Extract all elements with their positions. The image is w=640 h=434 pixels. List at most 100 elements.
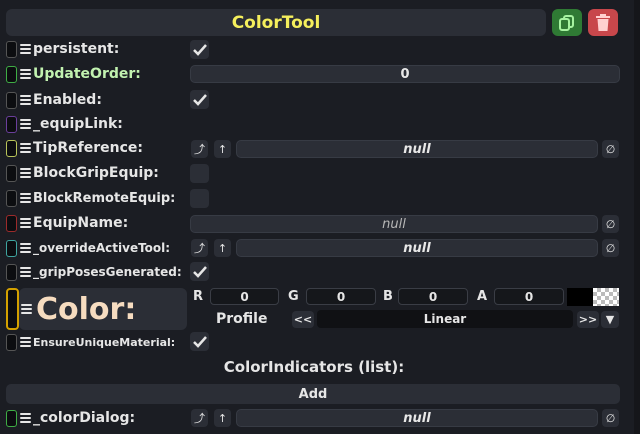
field-label: _equipLink: <box>33 116 123 132</box>
clear-reference-button[interactable]: ∅ <box>602 409 619 427</box>
equip-name-input[interactable]: null <box>190 215 598 233</box>
color-r-input[interactable]: 0 <box>210 288 279 305</box>
drag-handle-icon[interactable] <box>20 267 31 277</box>
color-b-input[interactable]: 0 <box>398 288 468 305</box>
checkmark-icon <box>192 93 207 106</box>
field-block-remote-equip: BlockRemoteEquip: <box>6 187 175 209</box>
profile-label: Profile <box>216 311 268 327</box>
override-active-tool-value[interactable]: null <box>236 239 598 257</box>
drag-handle-icon[interactable] <box>21 304 32 314</box>
field-label: EquipName: <box>33 215 129 231</box>
reference-slot[interactable] <box>6 239 17 257</box>
reference-slot[interactable] <box>6 65 17 83</box>
field-label: BlockRemoteEquip: <box>33 190 176 206</box>
trash-icon <box>596 13 610 31</box>
field-label: Enabled: <box>33 92 102 108</box>
duplicate-icon <box>559 14 574 31</box>
reference-slot[interactable] <box>6 40 17 58</box>
color-field-header: Color: <box>19 288 187 330</box>
reference-slot[interactable] <box>6 333 17 351</box>
reference-slot[interactable] <box>6 189 17 207</box>
field-color-dialog: _colorDialog: <box>6 407 135 429</box>
tip-reference-value[interactable]: null <box>236 140 598 158</box>
field-persistent: persistent: <box>6 38 119 60</box>
reference-slot[interactable] <box>6 91 17 109</box>
clear-reference-button[interactable]: ∅ <box>602 239 619 257</box>
go-up-button[interactable]: ↑ <box>214 409 231 427</box>
jump-to-reference-button[interactable]: ⤴ <box>191 140 208 158</box>
checkmark-icon <box>192 265 207 278</box>
field-label: UpdateOrder: <box>33 66 141 82</box>
color-swatch-alpha[interactable] <box>593 288 619 306</box>
field-equip-link: _equipLink: <box>6 113 123 135</box>
block-grip-equip-checkbox[interactable] <box>190 164 209 183</box>
checkmark-icon <box>192 335 207 348</box>
jump-to-reference-button[interactable]: ⤴ <box>191 409 208 427</box>
add-button[interactable]: Add <box>6 384 620 404</box>
reference-slot[interactable] <box>6 115 17 133</box>
field-label: _overrideActiveTool: <box>33 241 171 255</box>
field-override-active-tool: _overrideActiveTool: <box>6 237 170 259</box>
field-label: _colorDialog: <box>33 410 136 426</box>
go-up-button[interactable]: ↑ <box>214 140 231 158</box>
color-b-label: B <box>383 289 393 304</box>
color-indicators-heading: ColorIndicators (list): <box>223 358 405 376</box>
reference-slot[interactable] <box>6 139 17 157</box>
color-swatch-opaque[interactable] <box>567 288 593 306</box>
drag-handle-icon[interactable] <box>20 337 31 347</box>
go-up-button[interactable]: ↑ <box>214 239 231 257</box>
clear-reference-button[interactable]: ∅ <box>602 140 619 158</box>
delete-button[interactable] <box>588 9 618 36</box>
drag-handle-icon[interactable] <box>20 168 31 178</box>
reference-slot[interactable] <box>6 164 17 182</box>
field-tip-reference: TipReference: <box>6 137 143 159</box>
drag-handle-icon[interactable] <box>20 143 31 153</box>
field-label: TipReference: <box>33 140 143 156</box>
color-a-label: A <box>477 289 488 304</box>
field-label: _gripPosesGenerated: <box>33 265 182 279</box>
reference-slot[interactable] <box>6 409 17 427</box>
drag-handle-icon[interactable] <box>20 243 31 253</box>
color-dialog-value[interactable]: null <box>236 409 598 427</box>
field-label: EnsureUniqueMaterial: <box>33 335 176 349</box>
checkmark-icon <box>192 43 207 56</box>
enabled-checkbox[interactable] <box>190 90 209 109</box>
color-dropdown-button[interactable]: ▼ <box>601 311 619 328</box>
drag-handle-icon[interactable] <box>20 193 31 203</box>
update-order-input[interactable]: 0 <box>190 65 620 83</box>
component-header[interactable]: ColorTool <box>6 9 546 36</box>
component-title: ColorTool <box>231 12 321 33</box>
color-r-label: R <box>193 289 204 304</box>
jump-to-reference-button[interactable]: ⤴ <box>191 239 208 257</box>
profile-prev-button[interactable]: << <box>292 311 314 328</box>
duplicate-button[interactable] <box>552 9 582 36</box>
drag-handle-icon[interactable] <box>20 69 31 79</box>
color-a-input[interactable]: 0 <box>494 288 564 305</box>
color-label: Color: <box>36 291 137 327</box>
grip-poses-generated-checkbox[interactable] <box>190 262 209 281</box>
color-reference-slot[interactable] <box>6 288 19 330</box>
field-equip-name: EquipName: <box>6 212 128 234</box>
clear-equip-name-button[interactable]: ∅ <box>602 215 619 233</box>
drag-handle-icon[interactable] <box>20 413 31 423</box>
color-g-input[interactable]: 0 <box>306 288 376 305</box>
reference-slot[interactable] <box>6 263 17 281</box>
reference-slot[interactable] <box>6 214 17 232</box>
profile-value: Linear <box>317 310 573 328</box>
drag-handle-icon[interactable] <box>20 119 31 129</box>
field-block-grip-equip: BlockGripEquip: <box>6 162 159 184</box>
field-update-order: UpdateOrder: <box>6 63 141 85</box>
field-label: BlockGripEquip: <box>33 165 159 181</box>
ensure-unique-material-checkbox[interactable] <box>190 332 209 351</box>
drag-handle-icon[interactable] <box>20 44 31 54</box>
field-label: persistent: <box>33 41 120 57</box>
drag-handle-icon[interactable] <box>20 95 31 105</box>
field-enabled: Enabled: <box>6 89 102 111</box>
persistent-checkbox[interactable] <box>190 40 209 59</box>
scrollbar[interactable] <box>634 0 640 434</box>
block-remote-equip-checkbox[interactable] <box>190 189 209 208</box>
profile-next-button[interactable]: >> <box>577 311 599 328</box>
color-g-label: G <box>288 289 299 304</box>
field-grip-poses-generated: _gripPosesGenerated: <box>6 261 182 283</box>
drag-handle-icon[interactable] <box>20 218 31 228</box>
